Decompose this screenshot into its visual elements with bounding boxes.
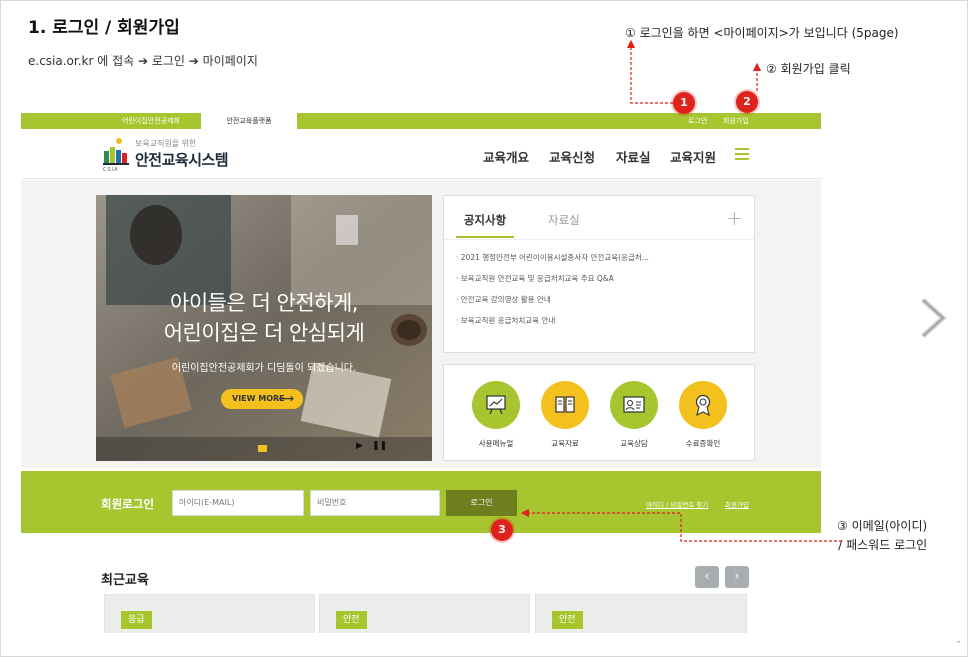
chevron-right-icon[interactable] <box>917 296 951 340</box>
tab-notice[interactable]: 공지사항 <box>456 212 514 238</box>
quick-link-label: 교육자료 <box>551 439 579 448</box>
hero-subtext: 어린이집안전공제회가 디딤돌이 되겠습니다. <box>171 363 357 374</box>
site-top-bar: 어린이집안전공제회 안전교육플랫폼 로그인 회원가입 <box>21 113 821 129</box>
marker-1: 1 <box>673 92 695 114</box>
quick-link-manual[interactable]: 사용메뉴얼 <box>461 381 531 449</box>
marker-3: 3 <box>491 519 513 541</box>
nav-education-apply[interactable]: 교육신청 <box>549 147 595 166</box>
hero-controls: ▶ ❚❚ <box>96 437 432 461</box>
marker-2: 2 <box>736 91 758 113</box>
quick-link-certificate[interactable]: 수료증확인 <box>668 381 738 449</box>
hero-headline-1: 아이들은 더 안전하게, <box>170 291 358 315</box>
quick-link-label: 교육상담 <box>620 439 648 448</box>
arrow-right-icon: ⟶ <box>278 392 294 405</box>
quick-link-label: 수료증확인 <box>685 439 721 448</box>
education-card[interactable]: 안전 <box>319 594 530 633</box>
education-card[interactable]: 안전 <box>535 594 747 633</box>
plus-icon[interactable]: + <box>726 206 743 230</box>
member-login-bar: 회원로그인 아이디(E-MAIL) 비밀번호 로그인 아이디 / 비밀번호 찾기… <box>21 471 821 533</box>
prev-button[interactable]: ‹ <box>695 566 719 588</box>
notice-list: 2021 행정안전부 어린이이용시설종사자 안전교육(응급처... 보육교직원 … <box>456 252 649 336</box>
login-title: 회원로그인 <box>101 497 154 511</box>
list-item[interactable]: 안전교육 강의영상 활용 안내 <box>456 294 649 305</box>
top-join-link[interactable]: 회원가입 <box>723 113 749 129</box>
quick-link-consulting[interactable]: 교육상담 <box>599 381 669 449</box>
hamburger-menu-icon[interactable] <box>735 148 749 160</box>
password-field[interactable]: 비밀번호 <box>310 490 440 516</box>
nav-education-support[interactable]: 교육지원 <box>670 147 716 166</box>
find-account-link[interactable]: 아이디 / 비밀번호 찾기 <box>646 499 708 509</box>
top-tab-association[interactable]: 어린이집안전공제회 <box>101 113 201 129</box>
corner-mark: - <box>957 637 961 647</box>
notice-divider <box>444 239 754 240</box>
join-link[interactable]: 회원가입 <box>725 499 749 509</box>
next-button[interactable]: › <box>725 566 749 588</box>
recent-education-title: 최근교육 <box>101 573 149 588</box>
slide-indicator[interactable] <box>258 445 267 452</box>
annotation-note-2: ② 회원가입 클릭 <box>766 62 851 76</box>
logo-csia: CSIA <box>103 167 119 173</box>
website-screenshot: 어린이집안전공제회 안전교육플랫폼 로그인 회원가입 보육교직원을 위한 안전교… <box>21 113 821 633</box>
csia-logo-icon[interactable] <box>101 137 131 171</box>
view-more-button[interactable]: VIEW MORE ⟶ <box>221 389 303 409</box>
tab-resources[interactable]: 자료실 <box>548 212 580 228</box>
quick-link-materials[interactable]: 교육자료 <box>530 381 600 449</box>
notice-panel: 공지사항 자료실 + 2021 행정안전부 어린이이용시설종사자 안전교육(응급… <box>443 195 755 353</box>
slide-title: 1. 로그인 / 회원가입 <box>28 18 180 38</box>
book-icon <box>541 381 589 429</box>
nav-resources[interactable]: 자료실 <box>616 147 651 166</box>
annotation-note-3-line2: / 패스워드 로그인 <box>838 538 928 552</box>
card-tag: 안전 <box>552 611 583 629</box>
list-item[interactable]: 보육교직원 응급처치교육 안내 <box>456 315 649 326</box>
login-button[interactable]: 로그인 <box>446 490 517 516</box>
view-more-label: VIEW MORE <box>232 394 285 403</box>
award-icon <box>679 381 727 429</box>
tutorial-slide: 1. 로그인 / 회원가입 e.csia.or.kr 에 접속 ➔ 로그인 ➔ … <box>0 0 968 657</box>
annotation-note-3: ③ 이메일(아이디) / 패스워드 로그인 <box>837 517 927 555</box>
top-login-link[interactable]: 로그인 <box>688 113 707 129</box>
access-path-text: e.csia.or.kr 에 접속 ➔ 로그인 ➔ 마이페이지 <box>28 54 258 68</box>
annotation-note-1: ① 로그인을 하면 <마이페이지>가 보입니다 (5page) <box>625 26 899 40</box>
hero-headline-2: 어린이집은 더 안심되게 <box>163 321 365 345</box>
list-item[interactable]: 2021 행정안전부 어린이이용시설종사자 안전교육(응급처... <box>456 252 649 263</box>
annotation-note-3-line1: ③ 이메일(아이디) <box>837 519 928 533</box>
card-tag: 안전 <box>336 611 367 629</box>
email-field[interactable]: 아이디(E-MAIL) <box>172 490 304 516</box>
pause-icon[interactable]: ❚❚ <box>372 441 387 451</box>
logo-name[interactable]: 안전교육시스템 <box>135 149 229 170</box>
education-card[interactable]: 응급 <box>104 594 315 633</box>
manual-icon <box>472 381 520 429</box>
site-header: 보육교직원을 위한 안전교육시스템 CSIA 교육개요 교육신청 자료실 교육지… <box>21 129 821 179</box>
nav-education-overview[interactable]: 교육개요 <box>483 147 529 166</box>
top-tab-platform[interactable]: 안전교육플랫폼 <box>201 113 297 129</box>
consulting-icon <box>610 381 658 429</box>
play-icon[interactable]: ▶ <box>356 441 363 451</box>
quick-links-panel: 사용메뉴얼 교육자료 교육상담 수료증확인 <box>443 364 755 461</box>
card-tag: 응급 <box>121 611 152 629</box>
hero-banner: 아이들은 더 안전하게, 어린이집은 더 안심되게 어린이집안전공제회가 디딤돌… <box>96 195 432 461</box>
quick-link-label: 사용메뉴얼 <box>478 439 514 448</box>
logo-tagline: 보육교직원을 위한 <box>135 139 197 148</box>
list-item[interactable]: 보육교직원 안전교육 및 응급처치교육 주요 Q&A <box>456 273 649 284</box>
